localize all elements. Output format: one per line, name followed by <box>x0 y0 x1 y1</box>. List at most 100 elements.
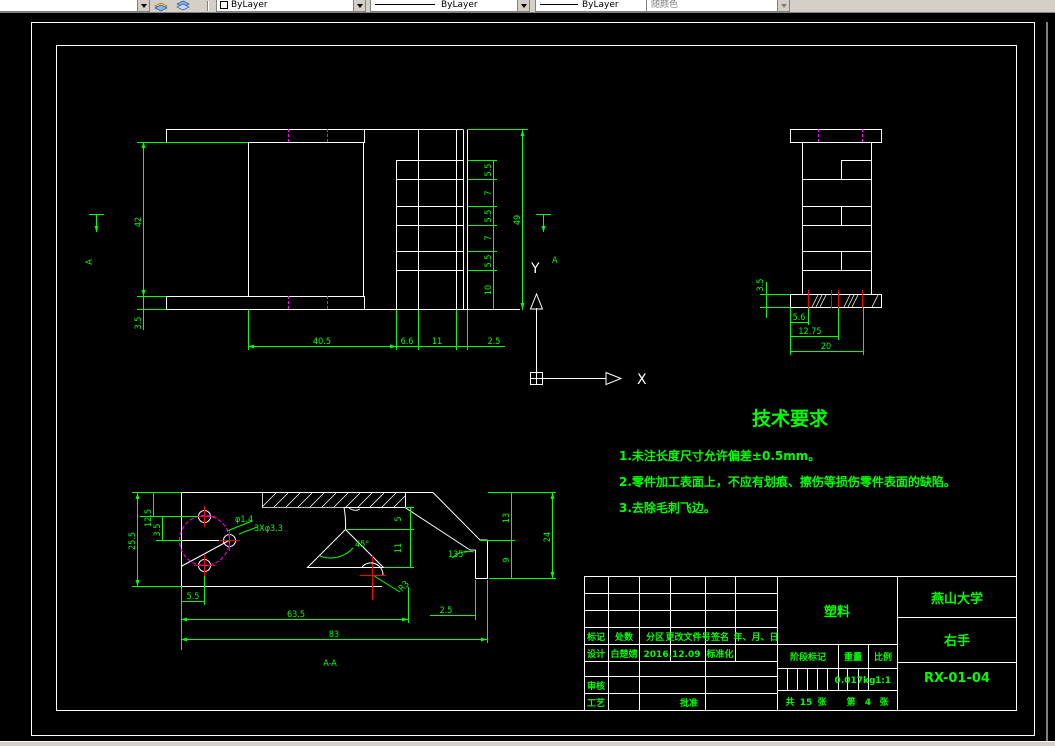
sec-dim-3-5: 3.5 <box>153 524 163 537</box>
header-stage-mark: 阶段标记 <box>790 651 826 663</box>
side-view-hidden-lines <box>818 129 863 143</box>
chevron-down-icon[interactable] <box>353 0 365 11</box>
chevron-down-icon[interactable] <box>517 0 529 11</box>
header-date: 年、月、日 <box>733 631 778 643</box>
toolbar-separator <box>207 1 209 11</box>
designer-name: 白楚婧 <box>610 648 637 660</box>
sec-dim-13: 13 <box>502 513 512 523</box>
dim-3-5: 3.5 <box>134 317 144 330</box>
sheet-index-number: 4 <box>865 698 871 708</box>
sec-dim-2-5: 2.5 <box>440 606 453 616</box>
section-label: A-A <box>323 659 337 669</box>
dim-49: 49 <box>513 215 523 225</box>
university-label: 燕山大学 <box>931 591 983 607</box>
header-weight: 重量 <box>844 651 862 663</box>
scale-value: 1:1 <box>875 676 891 686</box>
drawing-number-label: RX-01-04 <box>924 671 990 686</box>
sheet-total-count: 15 <box>800 698 813 708</box>
part-name-label: 右手 <box>943 633 970 649</box>
lineweight-control-dropdown[interactable]: ByLayer <box>535 0 662 12</box>
side-view-dimensions <box>760 282 864 355</box>
bottom-scrollbar[interactable] <box>0 741 1055 746</box>
header-doc-number: 更改文件号 <box>665 631 710 643</box>
section-view-dimension-text: 12.5 3.5 25.5 5.5 63.5 83 2.5 5 11 13 9 … <box>128 509 553 669</box>
lineweight-value: ByLayer <box>582 0 619 10</box>
sheet-index-unit: 张 <box>879 696 889 708</box>
dim-5-5-top: 5.5 <box>484 164 494 177</box>
dim-10: 10 <box>484 285 494 295</box>
dim-40-5: 40.5 <box>313 337 331 347</box>
properties-toolbar: ByLayer ByLayer ByLayer 随颜色 <box>0 0 1055 13</box>
tech-requirement-1: 1.未注长度尺寸允许偏差±0.5mm。 <box>619 448 820 463</box>
header-approve: 批准 <box>680 697 698 709</box>
ucs-y-label: Y <box>530 261 540 277</box>
make-layer-current-icon[interactable] <box>154 0 168 12</box>
section-view-centerlines <box>194 506 386 600</box>
sheet-index-label: 第 <box>846 696 855 708</box>
plot-style-dropdown[interactable]: 随颜色 <box>646 0 790 12</box>
color-value: ByLayer <box>231 0 268 10</box>
row-process: 工艺 <box>587 697 605 709</box>
linetype-value: ByLayer <box>441 0 478 10</box>
front-view-dimensions <box>89 129 551 350</box>
header-standardization: 标准化 <box>705 648 733 660</box>
sec-phi-1-4: φ1.4 <box>235 515 253 525</box>
ucs-x-label: X <box>637 372 647 388</box>
sec-dim-5: 5 <box>394 516 404 521</box>
section-view-hatch <box>261 492 406 508</box>
dim-5-5-low: 5.5 <box>484 255 494 268</box>
row-review: 审核 <box>587 680 605 692</box>
sheet-total-unit: 张 <box>817 696 827 708</box>
dim-5-5-mid: 5.5 <box>484 210 494 223</box>
side-view-dimension-text: 3.5 5.6 12.75 20 <box>756 279 831 352</box>
section-mark-left: A <box>85 259 95 265</box>
sec-dim-11: 11 <box>394 543 404 553</box>
title-block-text: 塑料 燕山大学 右手 RX-01-04 标记 处数 分区 更改文件号 签名 年、… <box>586 591 990 709</box>
front-view <box>166 129 520 310</box>
side-view-hatch <box>811 294 879 308</box>
dim-2-5: 2.5 <box>488 337 501 347</box>
design-date: 2016.12.09 <box>644 650 701 660</box>
lineweight-sample-icon <box>540 4 578 5</box>
chevron-down-icon[interactable] <box>137 0 149 11</box>
color-control-dropdown[interactable]: ByLayer <box>216 0 366 12</box>
sec-phi-3-3: 3Xφ3.3 <box>254 524 283 534</box>
side-dim-3-5: 3.5 <box>756 279 766 292</box>
sec-dim-25-5: 25.5 <box>128 532 138 550</box>
dim-7-mid: 7 <box>484 235 494 240</box>
header-mark: 标记 <box>586 631 605 643</box>
linetype-control-dropdown[interactable]: ByLayer <box>370 0 530 12</box>
layer-dropdown[interactable] <box>0 0 150 12</box>
sec-dim-63-5: 63.5 <box>287 610 305 620</box>
drawing-canvas[interactable]: 42 3.5 40.5 6.6 11 2.5 49 5.5 7 5.5 7 5.… <box>0 14 1055 741</box>
sec-dim-5-5: 5.5 <box>187 592 200 602</box>
header-sign: 签名 <box>710 631 729 643</box>
plot-style-value: 随颜色 <box>651 0 679 10</box>
side-dim-20: 20 <box>821 342 831 352</box>
chevron-down-icon[interactable] <box>777 0 789 11</box>
ucs-icon <box>529 292 623 386</box>
dim-42: 42 <box>134 217 144 227</box>
sec-dim-9: 9 <box>502 557 512 562</box>
sec-angle-135: 135° <box>448 550 468 560</box>
sec-angle-45: 45° <box>355 540 369 550</box>
header-scale: 比例 <box>874 651 892 663</box>
drawing-sheet[interactable]: 42 3.5 40.5 6.6 11 2.5 49 5.5 7 5.5 7 5.… <box>0 14 1055 741</box>
linetype-sample-icon <box>375 4 435 5</box>
dim-7-top: 7 <box>484 190 494 195</box>
side-dim-5-6: 5.6 <box>793 313 806 323</box>
side-dim-12-75: 12.75 <box>798 327 821 337</box>
section-mark-right: A <box>552 256 558 266</box>
sec-dim-24: 24 <box>543 532 553 542</box>
front-view-hidden-lines <box>288 129 328 310</box>
side-view <box>790 129 882 308</box>
sheet-total-label: 共 <box>785 696 794 708</box>
material-label: 塑料 <box>824 604 850 620</box>
tech-requirements-title: 技术要求 <box>752 407 829 430</box>
color-swatch-icon <box>220 1 228 9</box>
tech-requirement-2: 2.零件加工表面上，不应有划痕、擦伤等损伤零件表面的缺陷。 <box>619 474 956 489</box>
header-count: 处数 <box>614 631 634 643</box>
row-design: 设计 <box>587 648 605 660</box>
dim-6-6: 6.6 <box>401 337 414 347</box>
layer-previous-icon[interactable] <box>176 0 190 12</box>
